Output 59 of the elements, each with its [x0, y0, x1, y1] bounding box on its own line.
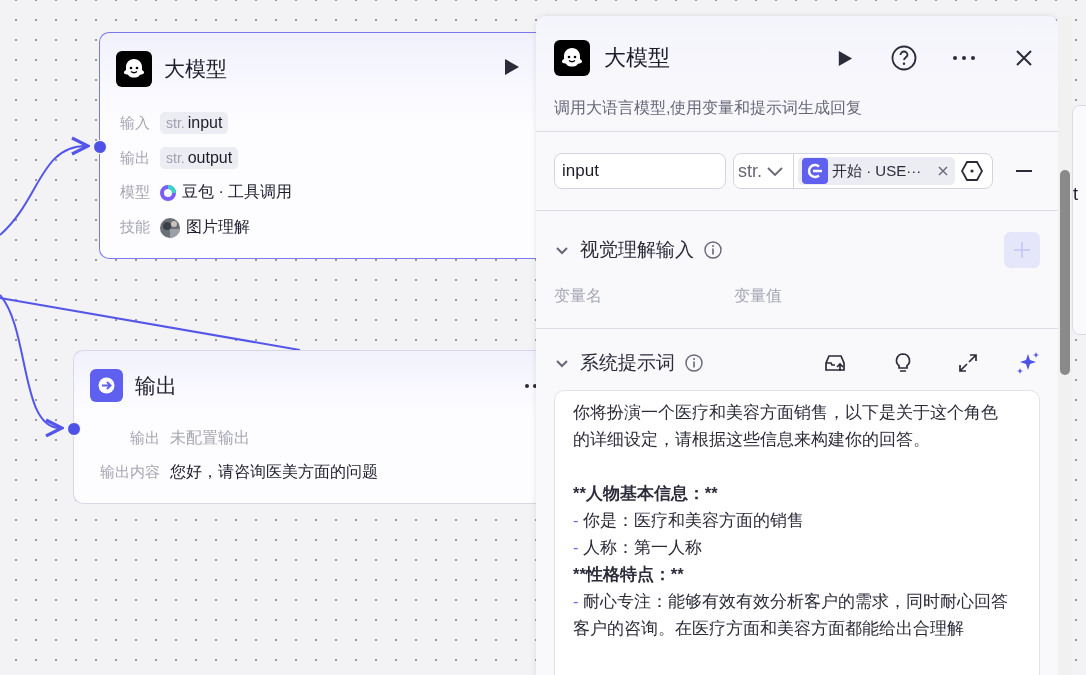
connection-handle[interactable]: [93, 140, 107, 154]
exit-icon: [90, 369, 123, 402]
plus-icon: [1013, 241, 1031, 259]
column-header: 变量名: [554, 286, 603, 306]
variable-name-field[interactable]: input: [554, 153, 726, 189]
field-label: 输入: [119, 113, 150, 133]
info-icon: [685, 354, 703, 372]
field-label: 输出内容: [99, 463, 160, 483]
model-logo-icon: [160, 183, 176, 202]
chevron-down-icon: [766, 165, 784, 177]
output-value: 您好，请咨询医美方面的问题: [170, 462, 378, 483]
info-icon: [704, 241, 722, 259]
lightbulb-icon[interactable]: [894, 352, 912, 374]
prompt-heading: **人物基本信息：**: [573, 483, 719, 504]
type-select[interactable]: str.: [734, 154, 794, 188]
skill-name: 图片理解: [160, 217, 250, 239]
field-label: 技能: [119, 218, 150, 238]
node-title: 大模型: [164, 56, 228, 82]
prompt-bullet: - 你是：医疗和美容方面的销售: [573, 510, 805, 531]
field-label: 模型: [119, 183, 150, 203]
variable-value-field[interactable]: str. 开始 · USE···: [733, 153, 993, 189]
prompt-text: 你将扮演一个医疗和美容方面销售，以下是关于这个角色的详细设定，请根据这些信息来构建你的回答。: [573, 402, 999, 450]
ghost-icon: [554, 40, 590, 76]
play-icon[interactable]: [502, 58, 520, 76]
scrollbar-thumb[interactable]: [1060, 170, 1070, 375]
model-name: 豆包 · 工具调用: [160, 182, 293, 204]
help-icon: [891, 45, 917, 71]
node-text: t: [1073, 184, 1078, 205]
variable-tag: str. input: [160, 112, 229, 135]
prompt-bullet: - 人称：第一人称: [573, 537, 703, 558]
variable-tag: str. output: [160, 147, 239, 170]
node-title: 输出: [135, 372, 178, 399]
variable-icon[interactable]: [961, 160, 984, 182]
remove-icon[interactable]: [937, 165, 950, 177]
prompt-bullet: - 耐心专注：能够有效有效分析客户的需求，同时耐心回答客户的咨询。在医疗方面和美容方面都能给出合理解: [573, 591, 1009, 639]
output-node-card[interactable]: 输出 输出 未配置输出 输出内容 您好，请咨询医美方面的问题: [73, 350, 536, 504]
panel-description: 调用大语言模型,使用变量和提示词生成回复: [554, 98, 864, 118]
llm-node-card[interactable]: 大模型 输入 str. input 输出 str. output 模型 豆包 · 工具调用 技能 图片理解: [99, 32, 536, 259]
more-icon[interactable]: [524, 382, 536, 389]
expand-icon[interactable]: [958, 353, 978, 373]
inbox-upload-icon[interactable]: [824, 353, 846, 373]
connection-handle[interactable]: [67, 422, 81, 436]
field-label: 输出: [119, 148, 150, 168]
more-icon: [952, 55, 976, 61]
panel-title: 大模型: [604, 44, 671, 72]
prompt-editor[interactable]: 你将扮演一个医疗和美容方面销售，以下是关于这个角色的详细设定，请根据这些信息来构建你的回答。 **人物基本信息：** - 你是：医疗和美容方面的销售 - 人称：第一人称 **性格特点：** - 耐心专注：能够有效有效分析客户的需求，同时耐心回答客户的咨询。在医疗方面和美容方面都能给出合理解: [554, 390, 1040, 675]
start-node-icon: [802, 158, 828, 184]
node-card[interactable]: t: [1072, 105, 1086, 335]
field-label: 输出: [129, 428, 160, 448]
column-header: 变量值: [734, 286, 783, 306]
close-icon: [1015, 49, 1033, 67]
output-value: 未配置输出: [170, 427, 250, 448]
reference-tag: 开始 · USE···: [798, 157, 956, 185]
sparkle-icon[interactable]: [1016, 351, 1040, 375]
prompt-heading: **性格特点：**: [573, 564, 685, 585]
section-title: 系统提示词: [580, 351, 675, 375]
section-title: 视觉理解输入: [580, 238, 694, 262]
ghost-icon: [116, 51, 152, 87]
remove-row-icon[interactable]: [1016, 169, 1032, 173]
